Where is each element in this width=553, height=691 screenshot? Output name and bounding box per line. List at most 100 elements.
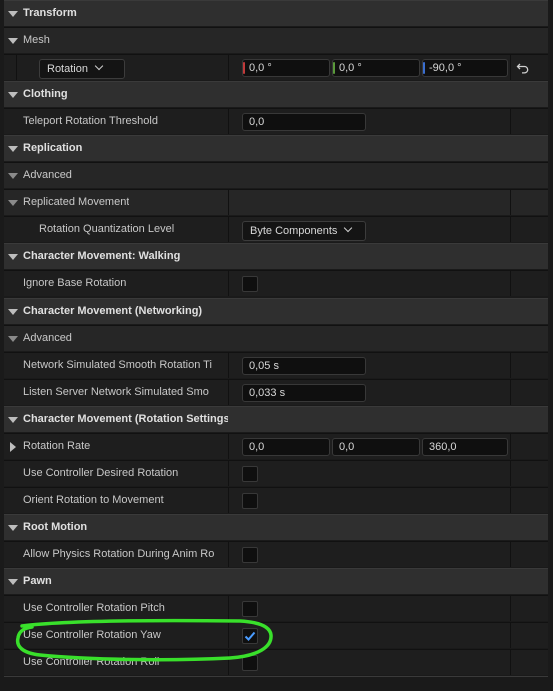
- y-axis-marker: [333, 62, 335, 74]
- replication-advanced[interactable]: Advanced: [4, 162, 548, 188]
- triangle-down-icon[interactable]: [8, 200, 18, 206]
- allow-physics-rotation-row: Allow Physics Rotation During Anim Ro: [4, 541, 548, 567]
- column-separator: [510, 109, 511, 134]
- triangle-down-icon[interactable]: [8, 579, 18, 585]
- rotation-y-field[interactable]: 0,0 °: [332, 59, 420, 77]
- triangle-right-icon[interactable]: [10, 442, 16, 452]
- quantization-value: Byte Components: [250, 225, 338, 237]
- category-root-motion[interactable]: Root Motion: [4, 514, 548, 540]
- use-controller-yaw-row: Use Controller Rotation Yaw: [4, 622, 548, 648]
- ignore-base-rotation-checkbox[interactable]: [242, 276, 258, 292]
- category-label: Character Movement (Rotation Settings): [23, 413, 228, 425]
- property-label: Orient Rotation to Movement: [23, 494, 164, 506]
- triangle-down-icon[interactable]: [8, 146, 18, 152]
- property-label: Listen Server Network Simulated Smo: [23, 386, 209, 398]
- triangle-down-icon[interactable]: [8, 254, 18, 260]
- rotation-mode-combo[interactable]: Rotation: [39, 59, 125, 79]
- column-separator: [510, 217, 511, 242]
- category-clothing[interactable]: Clothing: [4, 81, 548, 107]
- column-separator: [228, 217, 229, 242]
- rotation-rate-z-field[interactable]: 360,0: [422, 438, 508, 456]
- triangle-down-icon[interactable]: [8, 38, 18, 44]
- triangle-down-icon[interactable]: [8, 92, 18, 98]
- property-label: Rotation Quantization Level: [39, 223, 175, 235]
- triangle-down-icon[interactable]: [8, 417, 18, 423]
- rotation-z-value: -90,0 °: [429, 62, 462, 74]
- replicated-movement-row[interactable]: Replicated Movement: [4, 189, 548, 215]
- column-separator: [228, 380, 229, 405]
- property-label: Teleport Rotation Threshold: [23, 115, 158, 127]
- column-separator: [510, 380, 511, 405]
- listen-server-row: Listen Server Network Simulated Smo 0,03…: [4, 379, 548, 405]
- rotation-x-field[interactable]: 0,0 °: [242, 59, 330, 77]
- column-separator: [228, 461, 229, 486]
- category-label: Root Motion: [23, 521, 88, 533]
- column-separator: [510, 353, 511, 378]
- category-rotation-settings[interactable]: Character Movement (Rotation Settings): [4, 406, 548, 432]
- category-label: Transform: [23, 7, 77, 19]
- x-axis-marker: [243, 62, 245, 74]
- indent-guide: [16, 55, 17, 80]
- ignore-base-rotation-row: Ignore Base Rotation: [4, 270, 548, 296]
- rotation-mode-label: Rotation: [47, 63, 88, 75]
- field-value: 0,0: [249, 441, 265, 453]
- advanced-label: Advanced: [23, 332, 72, 344]
- chevron-down-icon: [94, 61, 104, 71]
- triangle-down-icon[interactable]: [8, 309, 18, 315]
- triangle-down-icon[interactable]: [8, 11, 18, 17]
- use-controller-roll-row: Use Controller Rotation Roll: [4, 649, 548, 675]
- column-separator: [510, 461, 511, 486]
- use-desired-rotation-row: Use Controller Desired Rotation: [4, 460, 548, 486]
- advanced-label: Advanced: [23, 169, 72, 181]
- field-value: 0,05 s: [249, 360, 279, 372]
- teleport-threshold-field[interactable]: 0,0: [242, 113, 366, 131]
- column-separator: [228, 109, 229, 134]
- reset-arrow-icon[interactable]: [516, 61, 530, 75]
- property-label: Use Controller Rotation Roll: [23, 656, 160, 668]
- use-controller-pitch-checkbox[interactable]: [242, 601, 258, 617]
- column-separator: [228, 650, 229, 675]
- category-replication[interactable]: Replication: [4, 135, 548, 161]
- networking-advanced[interactable]: Advanced: [4, 325, 548, 351]
- category-pawn[interactable]: Pawn: [4, 568, 548, 594]
- column-separator: [228, 190, 229, 215]
- triangle-down-icon[interactable]: [8, 173, 18, 179]
- use-desired-rotation-checkbox[interactable]: [242, 466, 258, 482]
- rotation-z-field[interactable]: -90,0 °: [422, 59, 508, 77]
- subcategory-mesh[interactable]: Mesh: [4, 27, 548, 53]
- triangle-down-icon[interactable]: [8, 336, 18, 342]
- column-separator: [510, 488, 511, 513]
- category-label: Clothing: [23, 88, 68, 100]
- z-axis-marker: [423, 62, 425, 74]
- property-label: Rotation Rate: [23, 440, 91, 452]
- column-separator: [510, 650, 511, 675]
- category-walking[interactable]: Character Movement: Walking: [4, 243, 548, 269]
- column-separator: [228, 271, 229, 296]
- category-networking[interactable]: Character Movement (Networking): [4, 298, 548, 324]
- smooth-rotation-field[interactable]: 0,05 s: [242, 357, 366, 375]
- column-separator: [228, 623, 229, 648]
- property-label: Use Controller Desired Rotation: [23, 467, 179, 479]
- allow-physics-rotation-checkbox[interactable]: [242, 547, 258, 563]
- field-value: 0,033 s: [249, 387, 286, 399]
- column-separator: [510, 542, 511, 567]
- category-transform[interactable]: Transform: [4, 0, 548, 26]
- panel-bottom-border: [4, 676, 548, 677]
- property-label: Use Controller Rotation Pitch: [23, 602, 165, 614]
- column-separator: [510, 190, 511, 215]
- orient-rotation-checkbox[interactable]: [242, 493, 258, 509]
- quantization-combo[interactable]: Byte Components: [242, 221, 366, 241]
- use-controller-roll-checkbox[interactable]: [242, 655, 258, 671]
- property-label: Network Simulated Smooth Rotation Ti: [23, 359, 212, 371]
- triangle-down-icon[interactable]: [8, 525, 18, 531]
- use-controller-yaw-checkbox[interactable]: [242, 628, 258, 644]
- property-label: Allow Physics Rotation During Anim Ro: [23, 548, 215, 560]
- subcategory-label: Mesh: [23, 34, 50, 46]
- field-value: 0,0: [249, 116, 265, 128]
- rotation-x-value: 0,0 °: [249, 62, 272, 74]
- listen-server-field[interactable]: 0,033 s: [242, 384, 366, 402]
- rotation-rate-x-field[interactable]: 0,0: [242, 438, 330, 456]
- use-controller-pitch-row: Use Controller Rotation Pitch: [4, 595, 548, 621]
- rotation-rate-y-field[interactable]: 0,0: [332, 438, 420, 456]
- chevron-down-icon: [344, 223, 353, 233]
